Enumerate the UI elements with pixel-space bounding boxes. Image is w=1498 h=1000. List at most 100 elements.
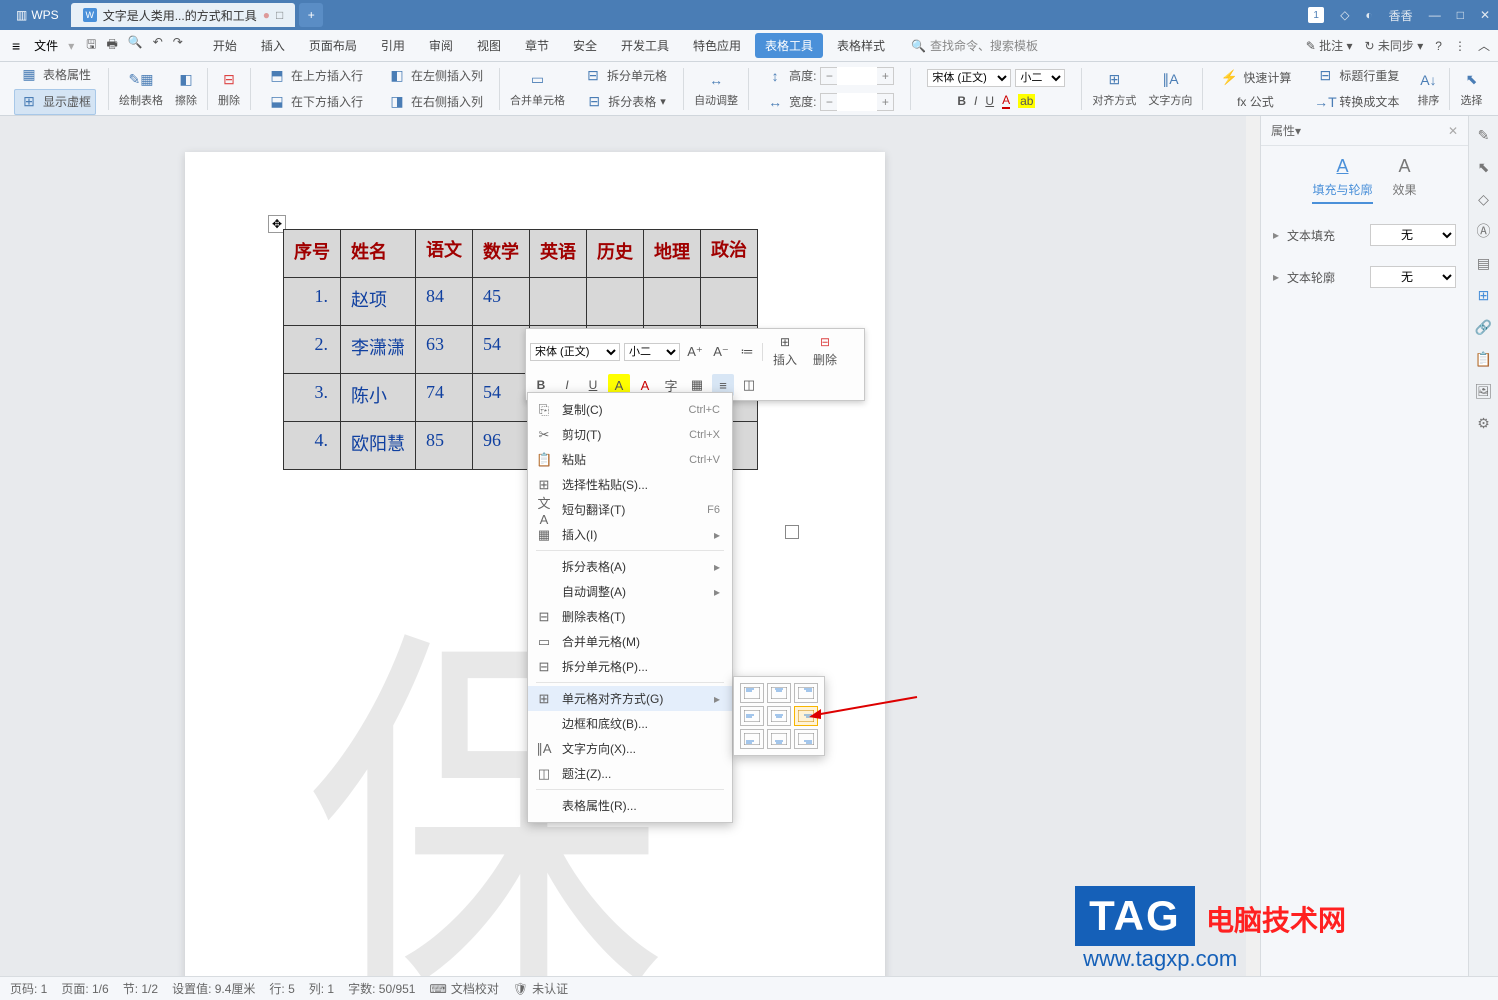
close-icon[interactable]: ✕ [1480, 8, 1490, 22]
align-bottom-left[interactable] [740, 729, 764, 749]
align-top-right[interactable] [794, 683, 818, 703]
autofit-button[interactable]: ↔自动调整 [690, 68, 742, 110]
align-bottom-right[interactable] [794, 729, 818, 749]
insert-col-left-button[interactable]: ◧在左侧插入列 [383, 64, 487, 88]
status-page[interactable]: 页面: 1/6 [61, 980, 108, 997]
ctx-caption[interactable]: ◫题注(Z)... [528, 761, 732, 786]
ctx-cell-alignment[interactable]: ⊞单元格对齐方式(G)▸ [528, 686, 732, 711]
status-proof[interactable]: ⌨ 文档校对 [429, 980, 498, 997]
document-tab[interactable]: W 文字是人类用...的方式和工具 ● □ [71, 3, 296, 27]
align-top-center[interactable] [767, 683, 791, 703]
select-button[interactable]: ⬉选择 [1456, 68, 1486, 110]
skin-icon[interactable]: ◇ [1340, 8, 1349, 22]
save-icon[interactable]: 🖫 [86, 35, 96, 56]
table-properties-button[interactable]: ▦表格属性 [15, 63, 95, 87]
collapse-ribbon-icon[interactable]: ︿ [1478, 37, 1490, 54]
text-direction-button[interactable]: ∥A文字方向 [1144, 68, 1196, 110]
row-height[interactable]: ↕高度:−+ [761, 64, 898, 88]
tab-insert[interactable]: 插入 [251, 33, 295, 58]
text-outline-row[interactable]: ▸文本轮廓无 [1261, 256, 1468, 298]
mini-delete-button[interactable]: ⊟删除 [807, 333, 843, 370]
eraser-button[interactable]: ◧擦除 [171, 68, 201, 110]
bold-button[interactable]: B [957, 94, 966, 108]
notif-badge[interactable]: 1 [1308, 7, 1324, 23]
tab-security[interactable]: 安全 [563, 33, 607, 58]
ctx-split-cells[interactable]: ⊟拆分单元格(P)... [528, 654, 732, 679]
panel-tab-fill[interactable]: A填充与轮廓 [1312, 156, 1372, 204]
ctx-cut[interactable]: ✂剪切(T)Ctrl+X [528, 422, 732, 447]
quick-calc-button[interactable]: ⚡快速计算 [1215, 65, 1295, 89]
delete-button[interactable]: ⊟删除 [214, 68, 244, 110]
maximize-icon[interactable]: □ [1457, 8, 1464, 22]
grow-font-icon[interactable]: A⁺ [684, 341, 706, 363]
shrink-font-icon[interactable]: A⁻ [710, 341, 732, 363]
comments-button[interactable]: ✎ 批注 ▾ [1306, 37, 1353, 54]
user-avatar-icon[interactable]: ◐ [1365, 8, 1372, 22]
mini-font-select[interactable]: 宋体 (正文) [530, 343, 620, 361]
tab-start[interactable]: 开始 [203, 33, 247, 58]
vertical-scrollbar[interactable] [1246, 116, 1260, 976]
ctx-delete-table[interactable]: ⊟删除表格(T) [528, 604, 732, 629]
side-style-icon[interactable]: Ⓐ [1475, 222, 1493, 240]
undo-icon[interactable]: ↶ [153, 35, 163, 56]
tab-view[interactable]: 视图 [467, 33, 511, 58]
sync-button[interactable]: ↻ 未同步 ▾ [1365, 37, 1424, 54]
ctx-text-direction[interactable]: ∥A文字方向(X)... [528, 736, 732, 761]
align-middle-left[interactable] [740, 706, 764, 726]
highlight-button[interactable]: ab [1018, 94, 1035, 108]
panel-tab-effect[interactable]: A效果 [1393, 156, 1417, 204]
align-bottom-center[interactable] [767, 729, 791, 749]
new-tab-button[interactable]: + [299, 3, 323, 27]
show-gridlines-button[interactable]: ⊞显示虚框 [14, 89, 96, 115]
side-pen-icon[interactable]: ✎ [1475, 126, 1493, 144]
tab-close-icon[interactable]: □ [276, 8, 283, 22]
ctx-copy[interactable]: ⎘复制(C)Ctrl+C [528, 397, 732, 422]
align-top-left[interactable] [740, 683, 764, 703]
align-middle-center[interactable] [767, 706, 791, 726]
formula-button[interactable]: fx 公式 [1233, 91, 1278, 112]
panel-close-icon[interactable]: ✕ [1448, 124, 1458, 138]
repeat-header-button[interactable]: ⊟标题行重复 [1311, 64, 1403, 88]
menu-icon[interactable]: ≡ [8, 38, 24, 54]
split-cell-button[interactable]: ⊟拆分单元格 [579, 64, 671, 88]
insert-col-right-button[interactable]: ◨在右侧插入列 [383, 90, 487, 114]
side-nav-icon[interactable]: ▤ [1475, 254, 1493, 272]
underline-button[interactable]: U [985, 94, 994, 108]
italic-button[interactable]: I [974, 94, 977, 108]
align-button[interactable]: ⊞对齐方式 [1088, 68, 1140, 110]
merge-cells-button[interactable]: ▭合并单元格 [506, 68, 569, 110]
side-properties-icon[interactable]: ⊞ [1475, 286, 1493, 304]
tab-table-style[interactable]: 表格样式 [827, 33, 895, 58]
tab-dev-tools[interactable]: 开发工具 [611, 33, 679, 58]
preview-icon[interactable]: 🔍 [128, 35, 143, 56]
status-page-no[interactable]: 页码: 1 [10, 980, 47, 997]
tab-special[interactable]: 特色应用 [683, 33, 751, 58]
minimize-icon[interactable]: — [1429, 8, 1441, 22]
side-image-icon[interactable]: 🖼 [1475, 382, 1493, 400]
tab-review[interactable]: 审阅 [419, 33, 463, 58]
command-search[interactable]: 🔍 查找命令、搜索模板 [911, 37, 1038, 54]
font-select[interactable]: 宋体 (正文) [927, 69, 1011, 87]
tab-references[interactable]: 引用 [371, 33, 415, 58]
status-words[interactable]: 字数: 50/951 [348, 980, 415, 997]
side-clipboard-icon[interactable]: 📋 [1475, 350, 1493, 368]
print-icon[interactable]: 🖶 [106, 35, 117, 56]
side-shape-icon[interactable]: ◇ [1475, 190, 1493, 208]
col-width[interactable]: ↔宽度:−+ [761, 90, 898, 114]
split-table-button[interactable]: ⊟拆分表格 ▾ [580, 90, 670, 114]
text-fill-row[interactable]: ▸文本填充无 [1261, 214, 1468, 256]
redo-icon[interactable]: ↷ [173, 35, 183, 56]
mini-insert-button[interactable]: ⊞插入 [767, 333, 803, 370]
tab-page-layout[interactable]: 页面布局 [299, 33, 367, 58]
ctx-table-properties[interactable]: 表格属性(R)... [528, 793, 732, 818]
mini-shading-icon[interactable]: ◫ [738, 374, 760, 396]
ctx-insert[interactable]: ▦插入(I)▸ [528, 522, 732, 547]
ctx-split-table[interactable]: 拆分表格(A)▸ [528, 554, 732, 579]
table-resize-handle[interactable] [785, 525, 799, 539]
bullets-icon[interactable]: ≔ [736, 341, 758, 363]
side-link-icon[interactable]: 🔗 [1475, 318, 1493, 336]
align-middle-right[interactable] [794, 706, 818, 726]
status-auth[interactable]: 🛡 未认证 [513, 980, 568, 997]
ctx-autofit[interactable]: 自动调整(A)▸ [528, 579, 732, 604]
draw-table-button[interactable]: ✎▦绘制表格 [115, 68, 167, 110]
